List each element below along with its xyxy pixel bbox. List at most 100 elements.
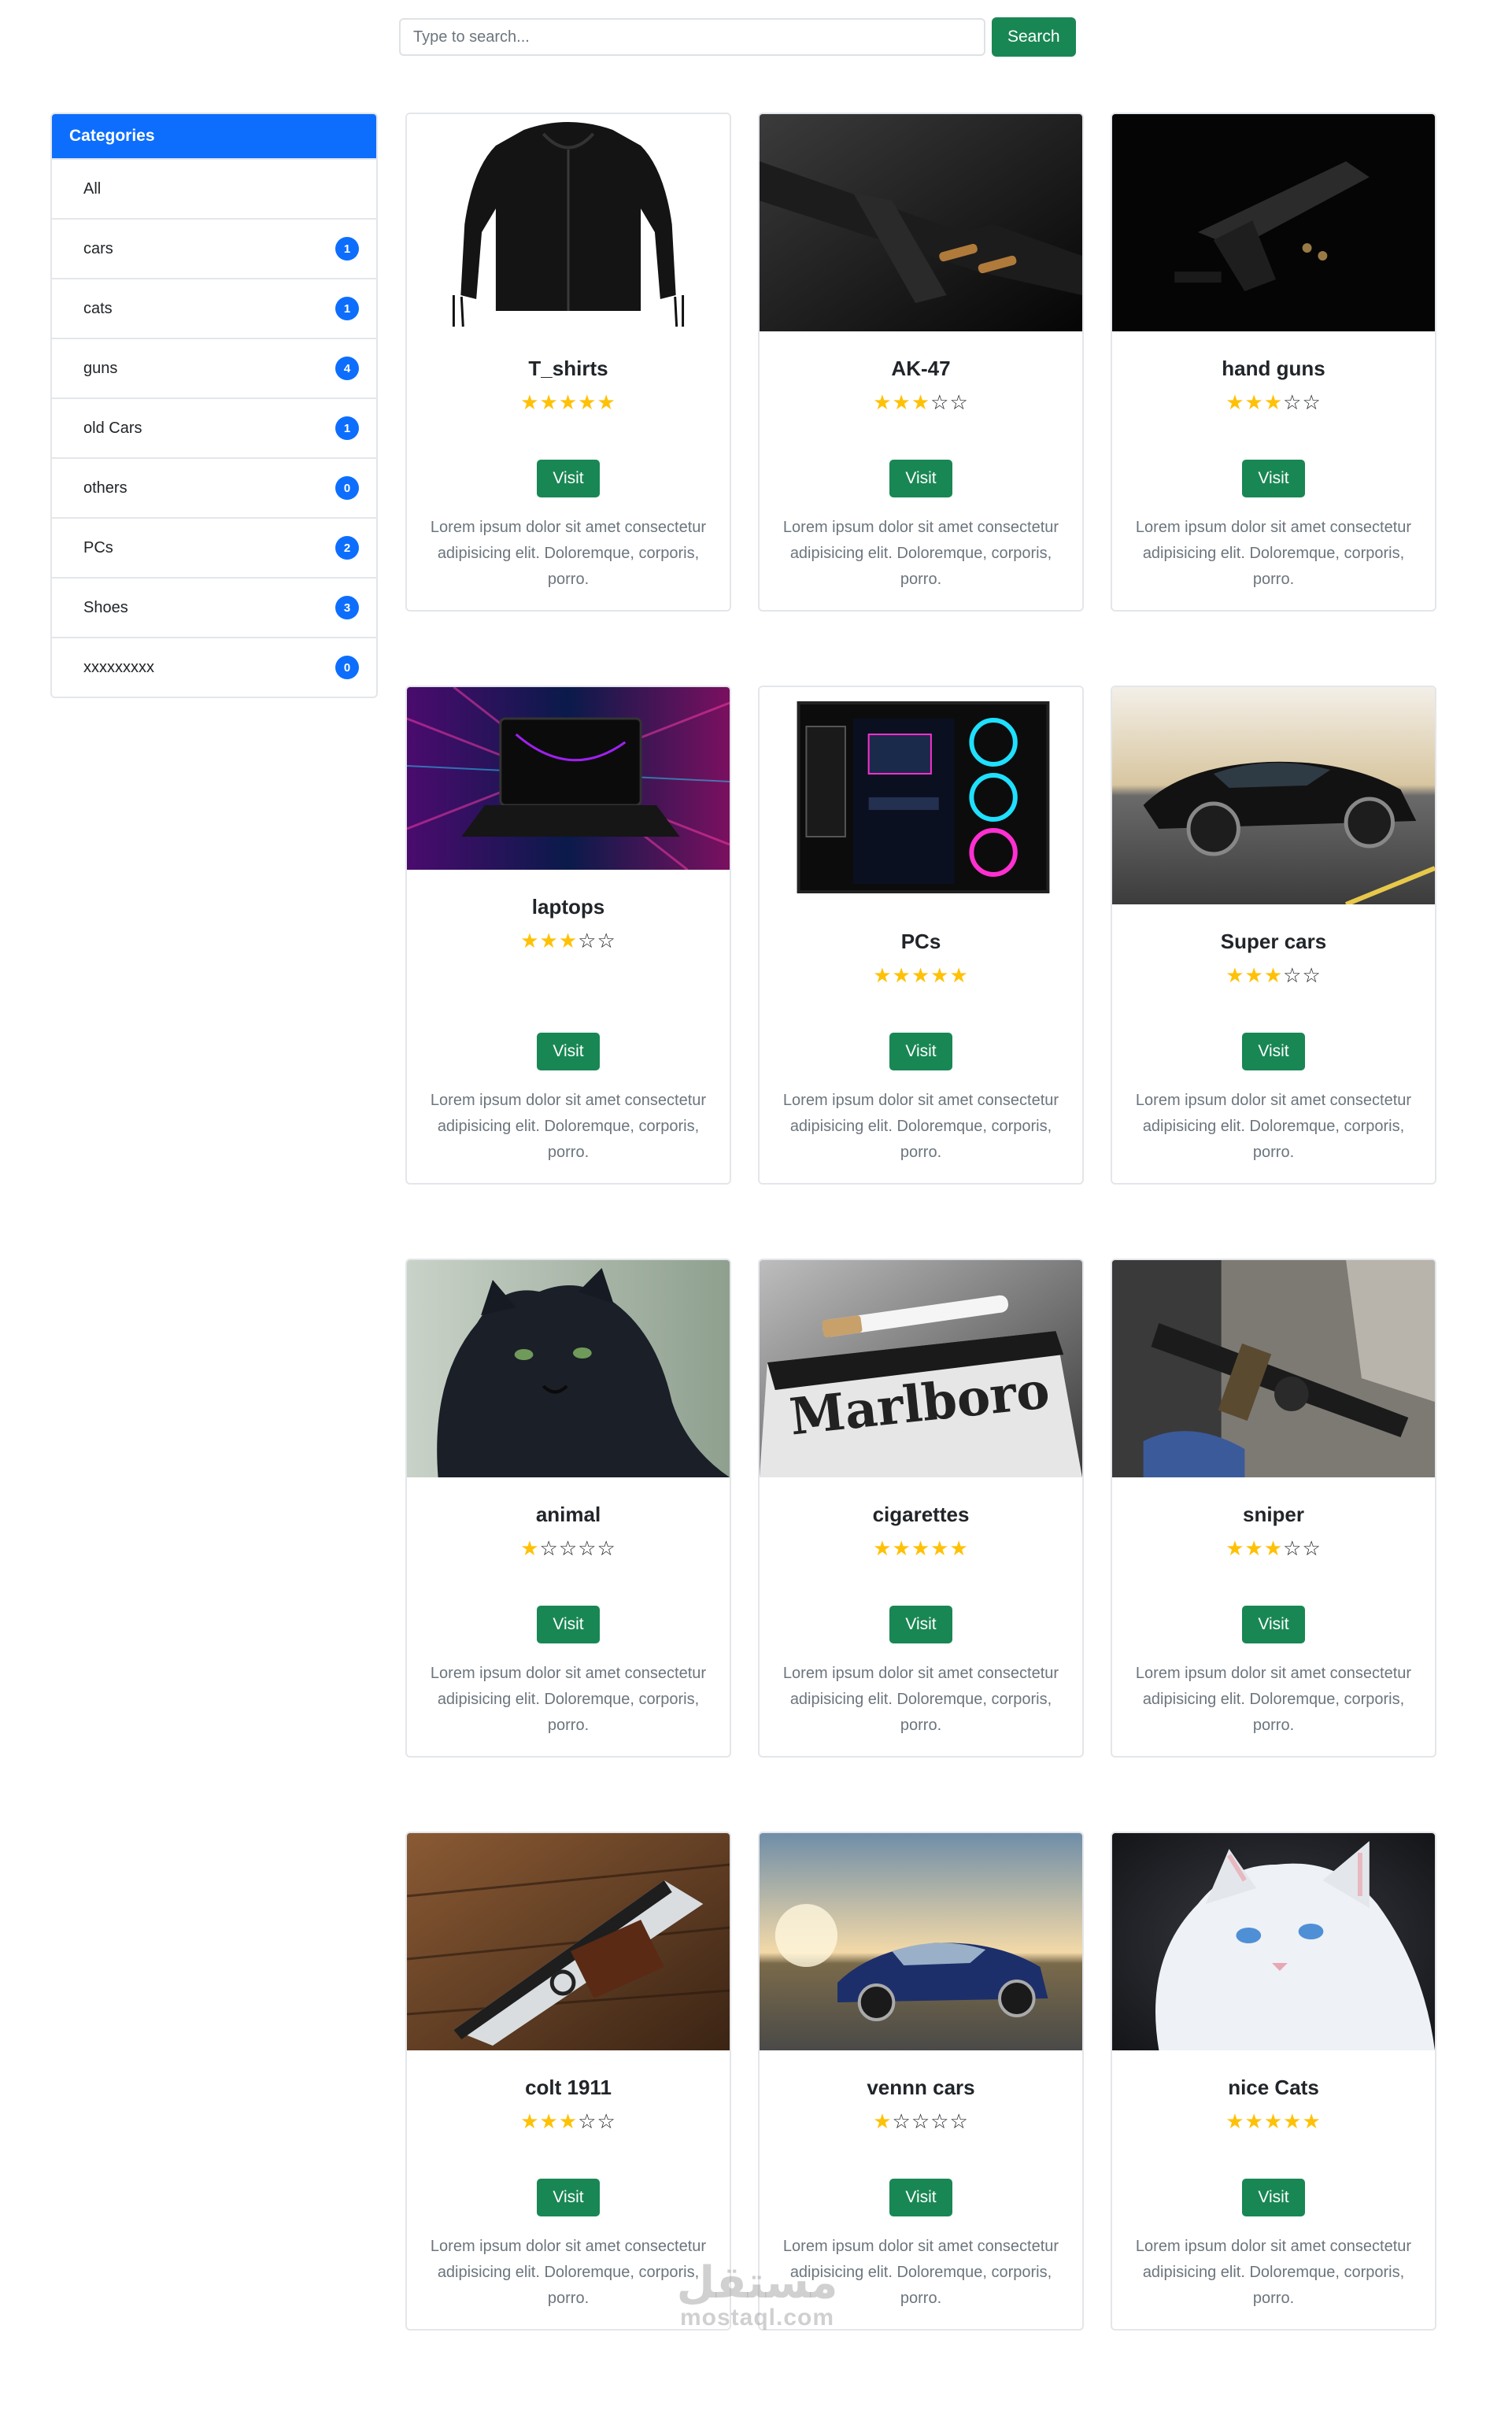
star-filled-icon: ★ [539, 929, 559, 952]
star-filled-icon: ★ [578, 390, 597, 414]
product-image-hoodie [407, 114, 730, 331]
star-empty-icon: ☆ [1283, 390, 1303, 414]
visit-button[interactable]: Visit [537, 1033, 600, 1070]
product-card: colt 1911 ★★★☆☆ Visit Lorem ipsum dolor … [405, 1832, 731, 2331]
product-card: animal ★☆☆☆☆ Visit Lorem ipsum dolor sit… [405, 1259, 731, 1758]
star-rating: ★☆☆☆☆ [520, 1538, 616, 1558]
star-filled-icon: ★ [1225, 963, 1245, 987]
star-filled-icon: ★ [539, 390, 559, 414]
star-filled-icon: ★ [949, 963, 969, 987]
star-filled-icon: ★ [520, 929, 540, 952]
product-title: PCs [900, 930, 941, 953]
star-filled-icon: ★ [1283, 2109, 1303, 2133]
product-description: Lorem ipsum dolor sit amet consectetur a… [430, 1092, 707, 1161]
star-filled-icon: ★ [1263, 1536, 1284, 1560]
visit-button[interactable]: Visit [537, 1606, 600, 1643]
visit-button[interactable]: Visit [889, 460, 952, 497]
star-empty-icon: ☆ [930, 2109, 950, 2133]
product-title: T_shirts [528, 357, 608, 380]
star-filled-icon: ★ [1244, 1536, 1264, 1560]
star-filled-icon: ★ [597, 390, 616, 414]
star-empty-icon: ☆ [1283, 963, 1303, 987]
product-description: Lorem ipsum dolor sit amet consectetur a… [430, 519, 707, 588]
product-title: colt 1911 [525, 2076, 612, 2099]
product-description: Lorem ipsum dolor sit amet consectetur a… [1135, 2238, 1412, 2307]
visit-button[interactable]: Visit [537, 460, 600, 497]
star-filled-icon: ★ [1263, 963, 1284, 987]
sidebar-item-label: others [83, 479, 128, 497]
star-filled-icon: ★ [520, 390, 540, 414]
star-empty-icon: ☆ [1283, 1536, 1303, 1560]
sidebar-item-label: xxxxxxxxx [83, 658, 154, 676]
product-image-rifle-car [1112, 1260, 1435, 1477]
count-badge: 0 [335, 476, 359, 500]
sidebar-item-label: cars [83, 239, 113, 257]
sidebar-item-xxxxxxxxx[interactable]: xxxxxxxxx 0 [52, 637, 376, 697]
product-card: laptops ★★★☆☆ Visit Lorem ipsum dolor si… [405, 686, 731, 1185]
star-rating: ★★★★★ [520, 392, 616, 412]
visit-button[interactable]: Visit [889, 2179, 952, 2216]
star-filled-icon: ★ [558, 2109, 579, 2133]
product-card: PCs ★★★★★ Visit Lorem ipsum dolor sit am… [758, 686, 1084, 1185]
product-card: T_shirts ★★★★★ Visit Lorem ipsum dolor s… [405, 113, 731, 612]
sidebar-item-old-cars[interactable]: old Cars 1 [52, 397, 376, 457]
product-title: sniper [1242, 1503, 1305, 1526]
count-badge: 1 [335, 237, 359, 261]
sidebar-item-label: old Cars [83, 419, 142, 437]
star-empty-icon: ☆ [578, 2109, 597, 2133]
visit-button[interactable]: Visit [889, 1033, 952, 1070]
star-empty-icon: ☆ [558, 1536, 579, 1560]
product-image-pc-case [760, 687, 1082, 904]
product-description: Lorem ipsum dolor sit amet consectetur a… [1135, 1665, 1412, 1734]
star-filled-icon: ★ [949, 1536, 969, 1560]
product-title: laptops [531, 895, 605, 919]
star-empty-icon: ☆ [949, 390, 969, 414]
star-filled-icon: ★ [892, 390, 911, 414]
star-empty-icon: ☆ [539, 1536, 559, 1560]
visit-button[interactable]: Visit [1242, 1033, 1305, 1070]
product-title: animal [535, 1503, 601, 1526]
sidebar-item-shoes[interactable]: Shoes 3 [52, 577, 376, 637]
sidebar-item-label: cats [83, 299, 113, 317]
star-rating: ★★★★★ [1225, 2111, 1322, 2131]
product-image-cigarette-pack: Marlboro [760, 1260, 1082, 1477]
visit-button[interactable]: Visit [1242, 1606, 1305, 1643]
product-card: vennn cars ★☆☆☆☆ Visit Lorem ipsum dolor… [758, 1832, 1084, 2331]
star-filled-icon: ★ [1263, 390, 1284, 414]
star-rating: ★☆☆☆☆ [873, 2111, 969, 2131]
visit-button[interactable]: Visit [1242, 460, 1305, 497]
star-rating: ★★★★★ [873, 1538, 969, 1558]
star-filled-icon: ★ [539, 2109, 559, 2133]
sidebar-item-others[interactable]: others 0 [52, 457, 376, 517]
search-input[interactable] [399, 18, 985, 56]
sidebar-item-guns[interactable]: guns 4 [52, 338, 376, 397]
star-filled-icon: ★ [520, 1536, 540, 1560]
sidebar-item-pcs[interactable]: PCs 2 [52, 517, 376, 577]
star-empty-icon: ☆ [911, 2109, 931, 2133]
star-empty-icon: ☆ [578, 929, 597, 952]
star-filled-icon: ★ [873, 2109, 893, 2133]
star-filled-icon: ★ [1302, 2109, 1322, 2133]
sidebar-item-cats[interactable]: cats 1 [52, 278, 376, 338]
star-filled-icon: ★ [911, 963, 931, 987]
star-filled-icon: ★ [911, 1536, 931, 1560]
product-grid: T_shirts ★★★★★ Visit Lorem ipsum dolor s… [405, 113, 1436, 2331]
count-badge: 3 [335, 596, 359, 619]
star-rating: ★★★☆☆ [1225, 392, 1322, 412]
star-empty-icon: ☆ [892, 2109, 911, 2133]
product-title: nice Cats [1228, 2076, 1319, 2099]
sidebar-item-all[interactable]: All [52, 158, 376, 218]
star-filled-icon: ★ [1225, 390, 1245, 414]
sidebar-item-cars[interactable]: cars 1 [52, 218, 376, 278]
product-image-colt [407, 1833, 730, 2050]
search-button[interactable]: Search [992, 17, 1076, 57]
visit-button[interactable]: Visit [889, 1606, 952, 1643]
star-filled-icon: ★ [892, 963, 911, 987]
sidebar-item-label: All [83, 179, 102, 198]
star-filled-icon: ★ [520, 2109, 540, 2133]
star-empty-icon: ☆ [1302, 390, 1322, 414]
star-empty-icon: ☆ [597, 929, 616, 952]
star-empty-icon: ☆ [597, 1536, 616, 1560]
visit-button[interactable]: Visit [1242, 2179, 1305, 2216]
visit-button[interactable]: Visit [537, 2179, 600, 2216]
